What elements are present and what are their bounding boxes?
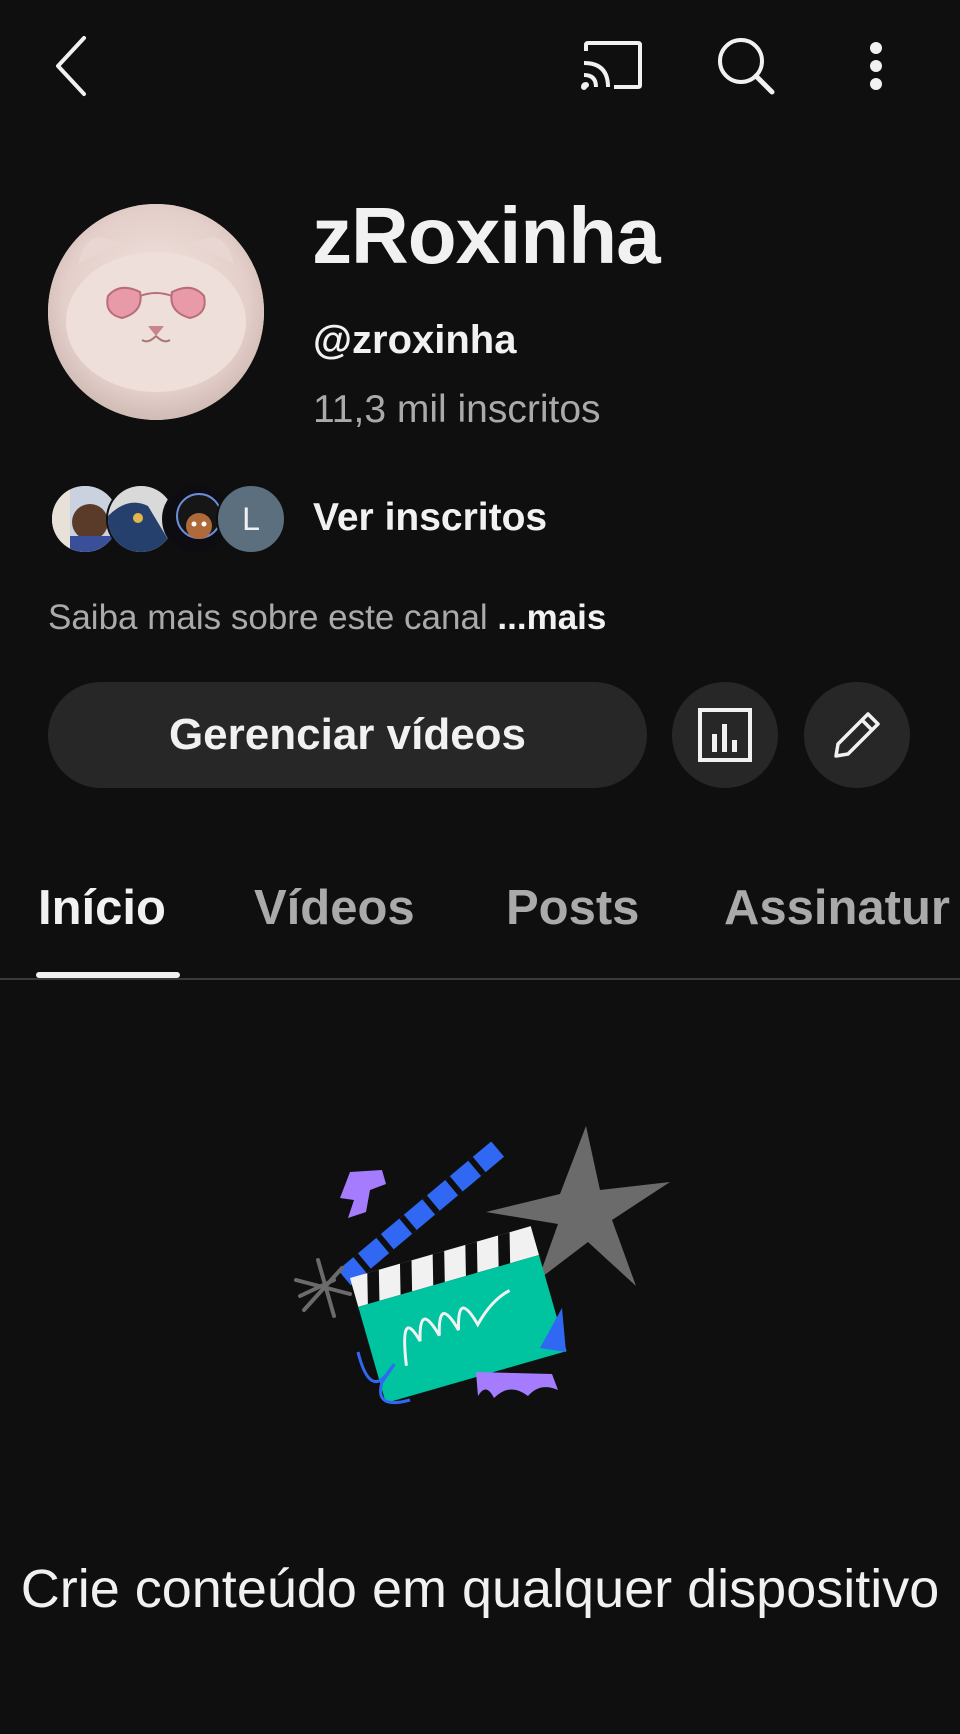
more-options-button[interactable] (852, 26, 900, 106)
search-icon (718, 38, 775, 95)
search-button[interactable] (706, 26, 786, 106)
cast-icon (581, 41, 642, 90)
channel-about[interactable]: Saiba mais sobre este canal ...mais (48, 598, 606, 638)
avatar-initial: L (242, 500, 260, 537)
back-button[interactable] (40, 26, 104, 106)
channel-avatar[interactable] (48, 204, 264, 420)
tabs-divider (0, 978, 960, 980)
channel-name: zRoxinha (312, 191, 661, 280)
empty-state-title: Crie conteúdo em qualquer dispositivo (20, 1559, 940, 1619)
cast-button[interactable] (572, 30, 652, 100)
tab-inicio[interactable]: Início (38, 880, 166, 936)
tab-assinaturas[interactable]: Assinatur (724, 880, 950, 936)
cat-with-heart-glasses-image (48, 204, 264, 420)
back-arrow-icon (56, 36, 86, 96)
edit-channel-button[interactable] (804, 682, 910, 788)
analytics-button[interactable] (672, 682, 778, 788)
pencil-icon (834, 712, 880, 758)
tab-posts[interactable]: Posts (506, 880, 639, 936)
subscriber-avatar-initial: L (216, 484, 286, 554)
clapperboard-illustration (294, 1126, 670, 1405)
subscriber-count: 11,3 mil inscritos (313, 388, 601, 431)
about-more-link[interactable]: ...mais (497, 598, 606, 637)
view-subscribers-link[interactable]: Ver inscritos (313, 496, 547, 540)
tab-videos[interactable]: Vídeos (254, 880, 415, 936)
channel-tabs: Início Vídeos Posts Assinatur (0, 860, 960, 980)
about-text: Saiba mais sobre este canal (48, 598, 488, 637)
bar-chart-icon (698, 708, 752, 762)
manage-videos-button[interactable]: Gerenciar vídeos (48, 682, 647, 788)
more-vert-icon (870, 42, 882, 90)
channel-handle: @zroxinha (313, 318, 517, 362)
